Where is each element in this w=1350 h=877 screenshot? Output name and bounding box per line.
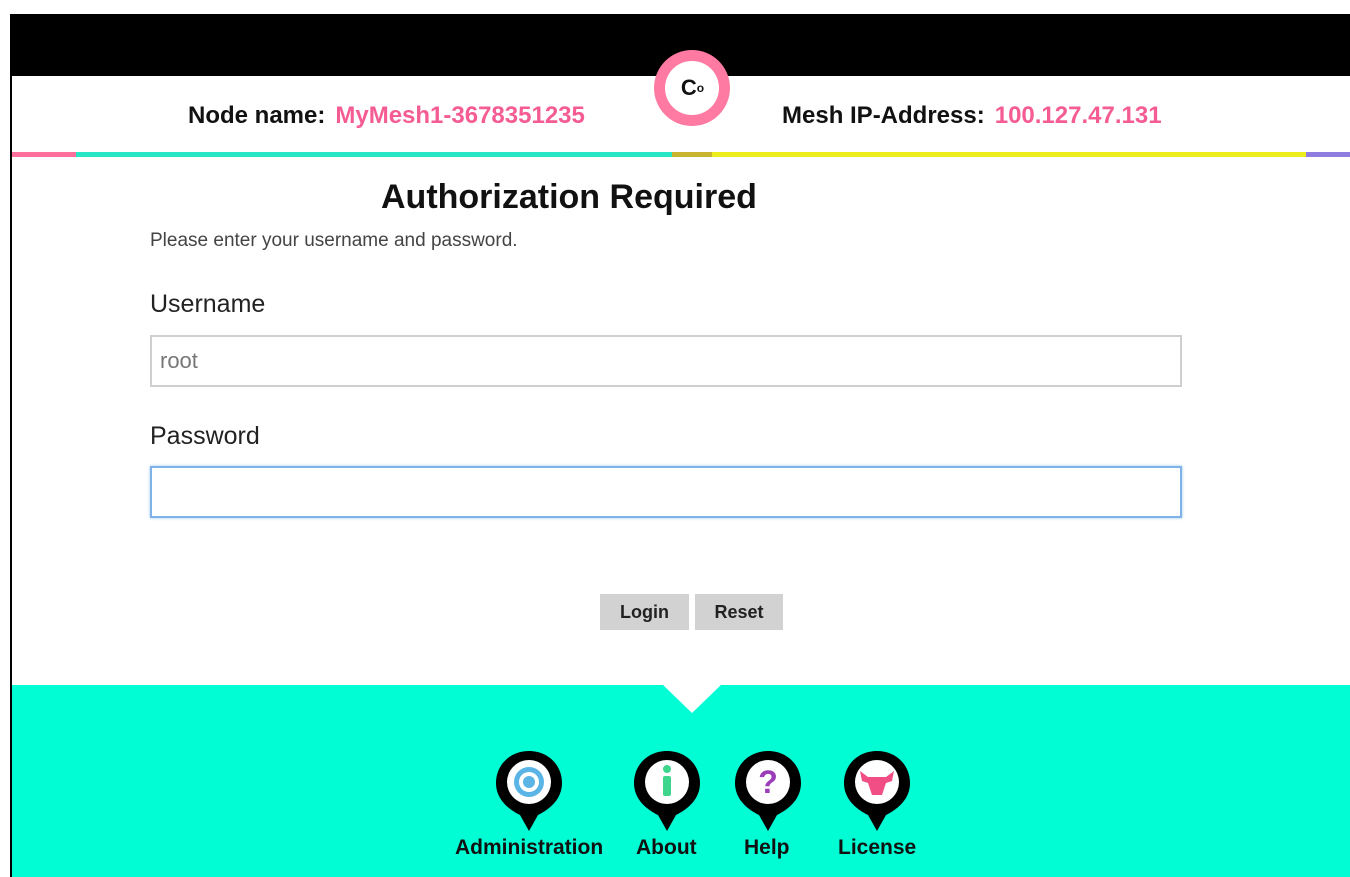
mesh-ip-value: 100.127.47.131 bbox=[994, 102, 1162, 129]
admin-target-icon[interactable] bbox=[494, 749, 564, 833]
footer-about-link[interactable]: About bbox=[636, 836, 697, 860]
mesh-ip-label: Mesh IP-Address: bbox=[782, 102, 985, 129]
login-button[interactable]: Login bbox=[600, 594, 689, 630]
footer-license-link[interactable]: License bbox=[838, 836, 916, 860]
header-stripe-pink bbox=[12, 152, 76, 157]
help-question-icon[interactable]: ? bbox=[733, 749, 803, 833]
page-title: Authorization Required bbox=[381, 178, 757, 216]
logo-letter: C bbox=[680, 75, 697, 100]
node-name-value: MyMesh1-3678351235 bbox=[335, 102, 585, 129]
page-left-margin bbox=[0, 0, 10, 877]
svg-text:?: ? bbox=[758, 764, 778, 800]
header-stripe-yellow bbox=[712, 152, 1306, 157]
header-stripe-purple bbox=[1306, 152, 1350, 157]
footer-notch bbox=[663, 685, 721, 713]
node-name-label: Node name: bbox=[188, 102, 326, 129]
username-label: Username bbox=[150, 290, 266, 318]
node-name-info: Node name: MyMesh1-3678351235 bbox=[188, 102, 585, 130]
password-label: Password bbox=[150, 422, 260, 450]
password-input[interactable] bbox=[150, 466, 1182, 518]
logo-sub: o bbox=[696, 81, 704, 95]
header-stripe-olive bbox=[672, 152, 712, 157]
license-bull-icon[interactable] bbox=[842, 749, 912, 833]
mesh-ip-info: Mesh IP-Address: 100.127.47.131 bbox=[782, 102, 1162, 130]
login-instructions: Please enter your username and password. bbox=[150, 230, 518, 251]
header-stripe-teal bbox=[76, 152, 672, 157]
footer-administration-link[interactable]: Administration bbox=[455, 836, 603, 860]
info-icon[interactable] bbox=[632, 749, 702, 833]
username-input[interactable] bbox=[150, 335, 1182, 387]
logo-mark: Co bbox=[665, 61, 719, 115]
footer-help-link[interactable]: Help bbox=[744, 836, 790, 860]
reset-button[interactable]: Reset bbox=[695, 594, 783, 630]
logo[interactable]: Co bbox=[654, 50, 730, 126]
